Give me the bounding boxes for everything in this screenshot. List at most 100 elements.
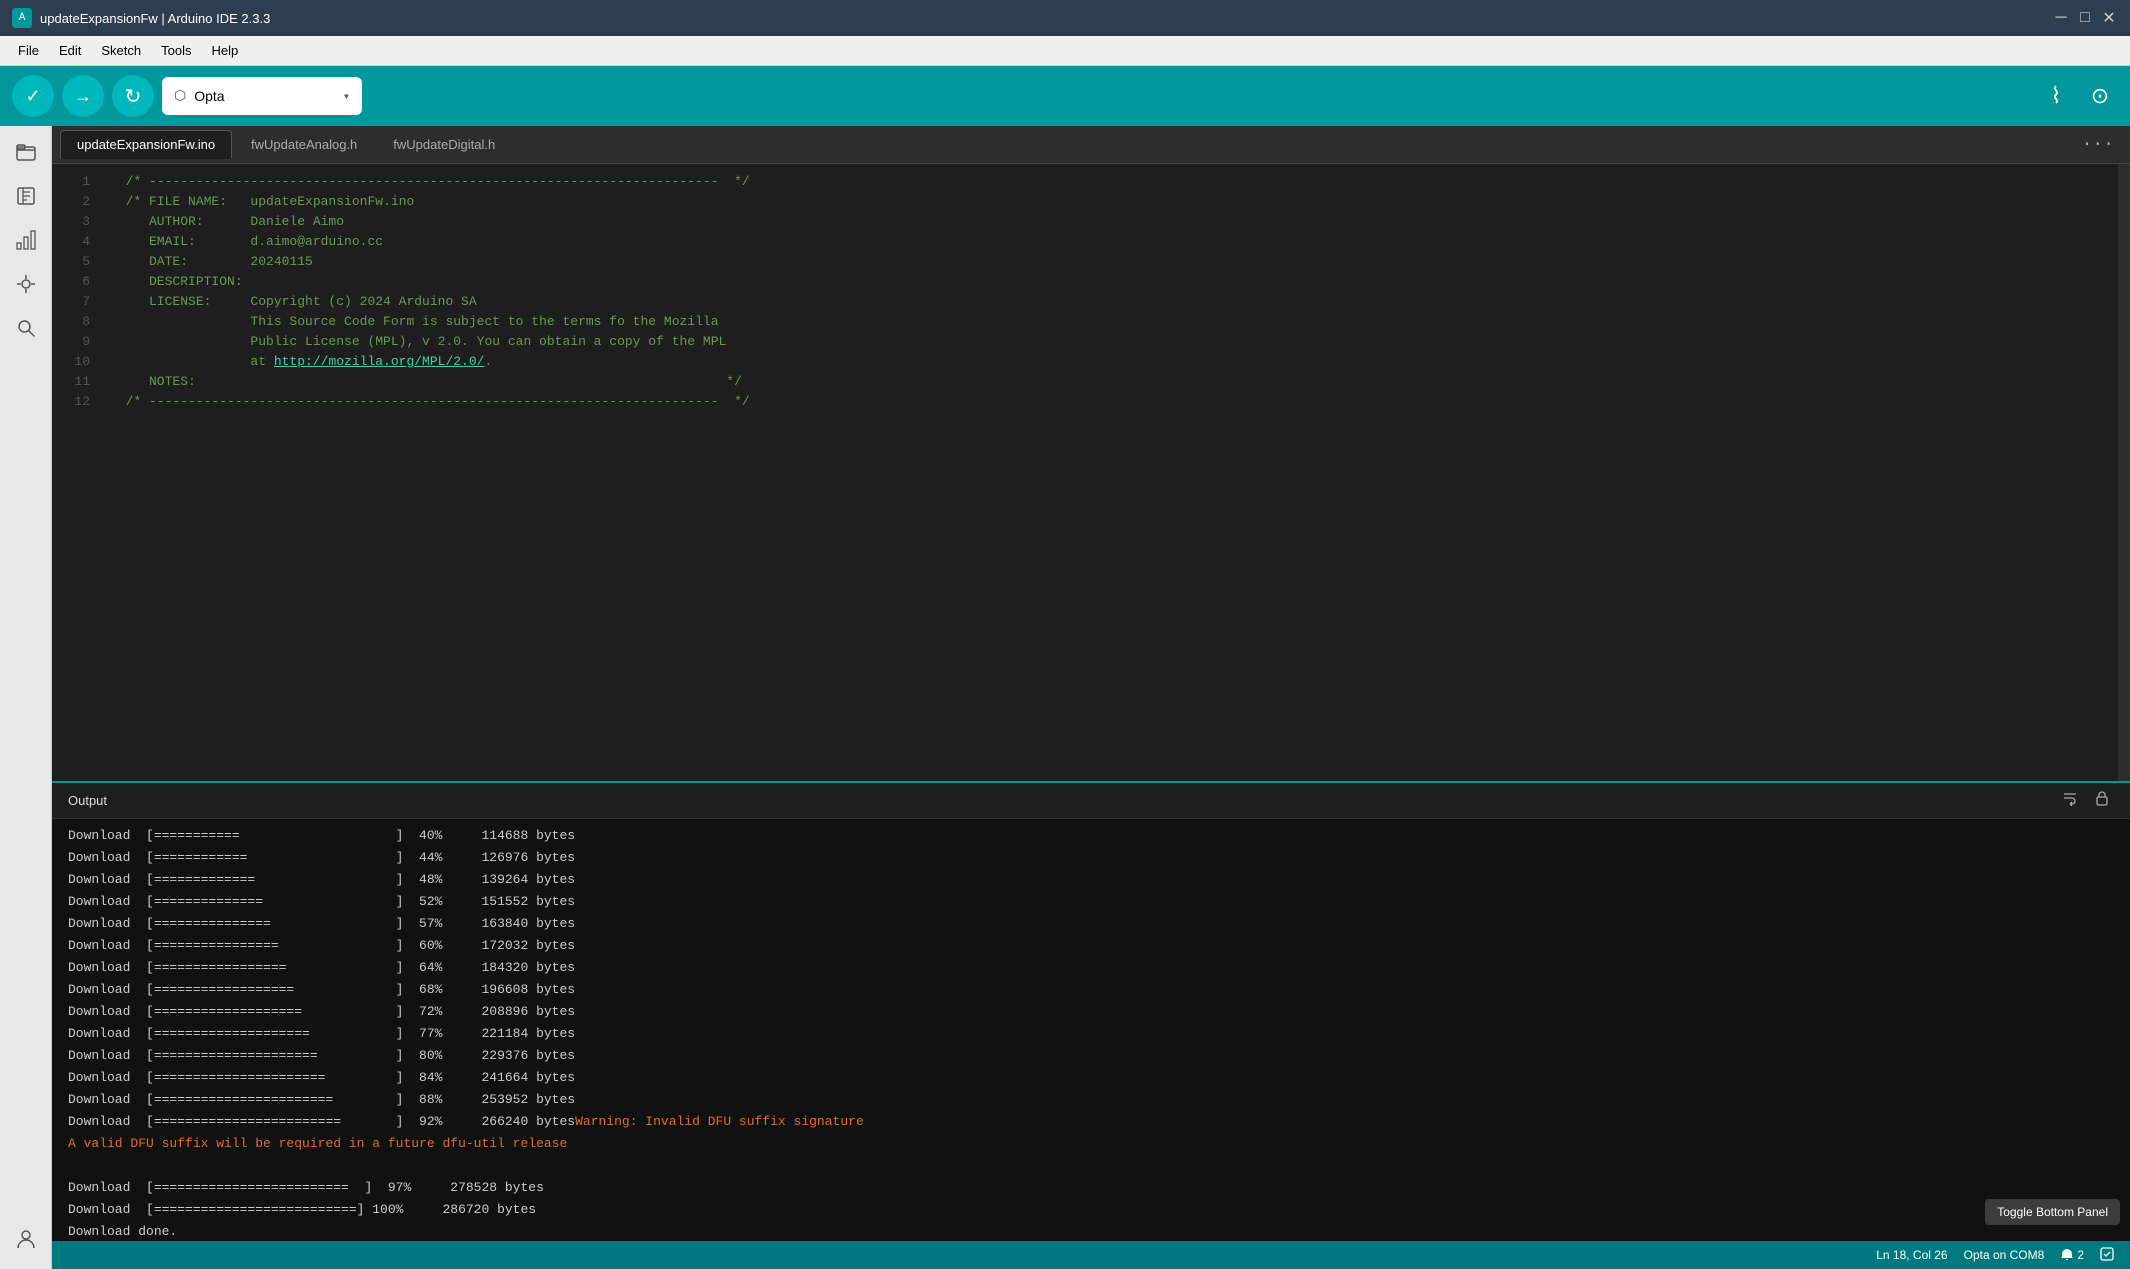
line-num-11: 11: [52, 372, 102, 392]
output-line-1: Download [=========== ] 40% 114688 bytes: [68, 825, 2114, 847]
code-editor[interactable]: 1 2 3 4 5 6 7 8 9 10 11 12 /* --: [52, 164, 2118, 781]
folder-icon: [15, 141, 37, 168]
code-line-9: Public License (MPL), v 2.0. You can obt…: [102, 332, 2118, 352]
line-num-8: 8: [52, 312, 102, 332]
output-line-5: Download [=============== ] 57% 163840 b…: [68, 913, 2114, 935]
book-icon: [15, 185, 37, 212]
search-icon: [15, 317, 37, 344]
maximize-button[interactable]: □: [2076, 9, 2094, 27]
output-line-18: Download [==========================] 10…: [68, 1199, 2114, 1221]
line-num-6: 6: [52, 272, 102, 292]
output-line-11: Download [===================== ] 80% 22…: [68, 1045, 2114, 1067]
output-wrap-button[interactable]: [2058, 788, 2082, 813]
close-button[interactable]: ✕: [2100, 9, 2118, 27]
output-title: Output: [68, 793, 107, 808]
main-window: A updateExpansionFw | Arduino IDE 2.3.3 …: [0, 0, 2130, 1269]
output-line-10: Download [==================== ] 77% 221…: [68, 1023, 2114, 1045]
verify-icon: ✓: [25, 86, 40, 107]
line-num-5: 5: [52, 252, 102, 272]
title-bar-left: A updateExpansionFw | Arduino IDE 2.3.3: [12, 8, 270, 28]
app-icon: A: [12, 8, 32, 28]
menu-edit[interactable]: Edit: [49, 39, 91, 62]
output-line-17: Download [========================= ] 97…: [68, 1177, 2114, 1199]
tab-digital-h[interactable]: fwUpdateDigital.h: [376, 130, 512, 159]
output-content[interactable]: Download [=========== ] 40% 114688 bytes…: [52, 819, 2130, 1241]
output-line-4: Download [============== ] 52% 151552 by…: [68, 891, 2114, 913]
status-right: Ln 18, Col 26 Opta on COM8 2: [1876, 1247, 2114, 1264]
code-line-6: DESCRIPTION:: [102, 272, 2118, 292]
code-line-12: /* -------------------------------------…: [102, 392, 2118, 412]
code-line-3: AUTHOR: Daniele Aimo: [102, 212, 2118, 232]
tab-analog-h[interactable]: fwUpdateAnalog.h: [234, 130, 374, 159]
code-line-2: /* FILE NAME: updateExpansionFw.ino: [102, 192, 2118, 212]
title-bar: A updateExpansionFw | Arduino IDE 2.3.3 …: [0, 0, 2130, 36]
output-line-8: Download [================== ] 68% 19660…: [68, 979, 2114, 1001]
sidebar-book-button[interactable]: [6, 178, 46, 218]
output-line-done: Download done.: [68, 1221, 2114, 1241]
sidebar-user-button[interactable]: [6, 1221, 46, 1261]
upload-icon: →: [74, 86, 92, 107]
serial-plotter-button[interactable]: ⌇: [2038, 78, 2074, 114]
sidebar-files-button[interactable]: [6, 134, 46, 174]
code-line-11: NOTES: */: [102, 372, 2118, 392]
line-num-4: 4: [52, 232, 102, 252]
output-header: Output: [52, 781, 2130, 819]
debug2-icon: [15, 273, 37, 300]
menu-sketch[interactable]: Sketch: [91, 39, 151, 62]
editor-area: updateExpansionFw.ino fwUpdateAnalog.h f…: [52, 126, 2130, 1269]
line-num-7: 7: [52, 292, 102, 312]
menu-tools[interactable]: Tools: [151, 39, 201, 62]
cursor-position: Ln 18, Col 26: [1876, 1248, 1947, 1262]
output-line-12: Download [====================== ] 84% 2…: [68, 1067, 2114, 1089]
title-bar-controls: ─ □ ✕: [2052, 9, 2118, 27]
board-port: Opta on COM8: [1964, 1248, 2045, 1262]
output-lock-button[interactable]: [2090, 788, 2114, 813]
output-panel: Output Download [=========== ] 40% 11468…: [52, 781, 2130, 1241]
output-line-6: Download [================ ] 60% 172032 …: [68, 935, 2114, 957]
editor-scrollbar[interactable]: [2118, 164, 2130, 781]
main-content: updateExpansionFw.ino fwUpdateAnalog.h f…: [0, 126, 2130, 1269]
sidebar-search-button[interactable]: [6, 310, 46, 350]
output-line-blank: [68, 1155, 2114, 1177]
serial-monitor-button[interactable]: ⊙: [2082, 78, 2118, 114]
menu-file[interactable]: File: [8, 39, 49, 62]
monitor-icon: ⊙: [2091, 83, 2109, 109]
library-icon: [15, 229, 37, 256]
minimize-button[interactable]: ─: [2052, 9, 2070, 27]
tab-main-ino[interactable]: updateExpansionFw.ino: [60, 130, 232, 159]
sidebar-debug-button[interactable]: [6, 266, 46, 306]
output-line-13: Download [======================= ] 88% …: [68, 1089, 2114, 1111]
code-line-1: /* -------------------------------------…: [102, 172, 2118, 192]
sidebar-library-button[interactable]: [6, 222, 46, 262]
user-icon: [15, 1228, 37, 1255]
menu-bar: File Edit Sketch Tools Help: [0, 36, 2130, 66]
toolbar-right: ⌇ ⊙: [2038, 78, 2118, 114]
board-name: Opta: [194, 88, 335, 104]
line-numbers: 1 2 3 4 5 6 7 8 9 10 11 12: [52, 164, 102, 781]
code-line-7: LICENSE: Copyright (c) 2024 Arduino SA: [102, 292, 2118, 312]
debug-icon: ↻: [125, 84, 142, 109]
verify-status-icon: [2100, 1247, 2114, 1264]
notification-badge: 2: [2060, 1248, 2084, 1262]
upload-button[interactable]: →: [62, 75, 104, 117]
line-num-10: 10: [52, 352, 102, 372]
output-actions: [2058, 788, 2114, 813]
tabs-more-button[interactable]: ···: [2074, 131, 2122, 159]
tabs-bar: updateExpansionFw.ino fwUpdateAnalog.h f…: [52, 126, 2130, 164]
verify-button[interactable]: ✓: [12, 75, 54, 117]
line-num-2: 2: [52, 192, 102, 212]
code-editor-container: 1 2 3 4 5 6 7 8 9 10 11 12 /* --: [52, 164, 2130, 781]
menu-help[interactable]: Help: [201, 39, 248, 62]
debug-button[interactable]: ↻: [112, 75, 154, 117]
output-line-3: Download [============= ] 48% 139264 byt…: [68, 869, 2114, 891]
toolbar: ✓ → ↻ ⬡ Opta ▾ ⌇ ⊙: [0, 66, 2130, 126]
chevron-down-icon: ▾: [343, 89, 350, 104]
code-line-8: This Source Code Form is subject to the …: [102, 312, 2118, 332]
line-num-1: 1: [52, 172, 102, 192]
window-title: updateExpansionFw | Arduino IDE 2.3.3: [40, 11, 270, 26]
board-selector[interactable]: ⬡ Opta ▾: [162, 77, 362, 115]
toggle-bottom-panel-tooltip: Toggle Bottom Panel: [1985, 1199, 2120, 1225]
line-num-9: 9: [52, 332, 102, 352]
code-line-10: at http://mozilla.org/MPL/2.0/.: [102, 352, 2118, 372]
code-content: /* -------------------------------------…: [102, 164, 2118, 781]
